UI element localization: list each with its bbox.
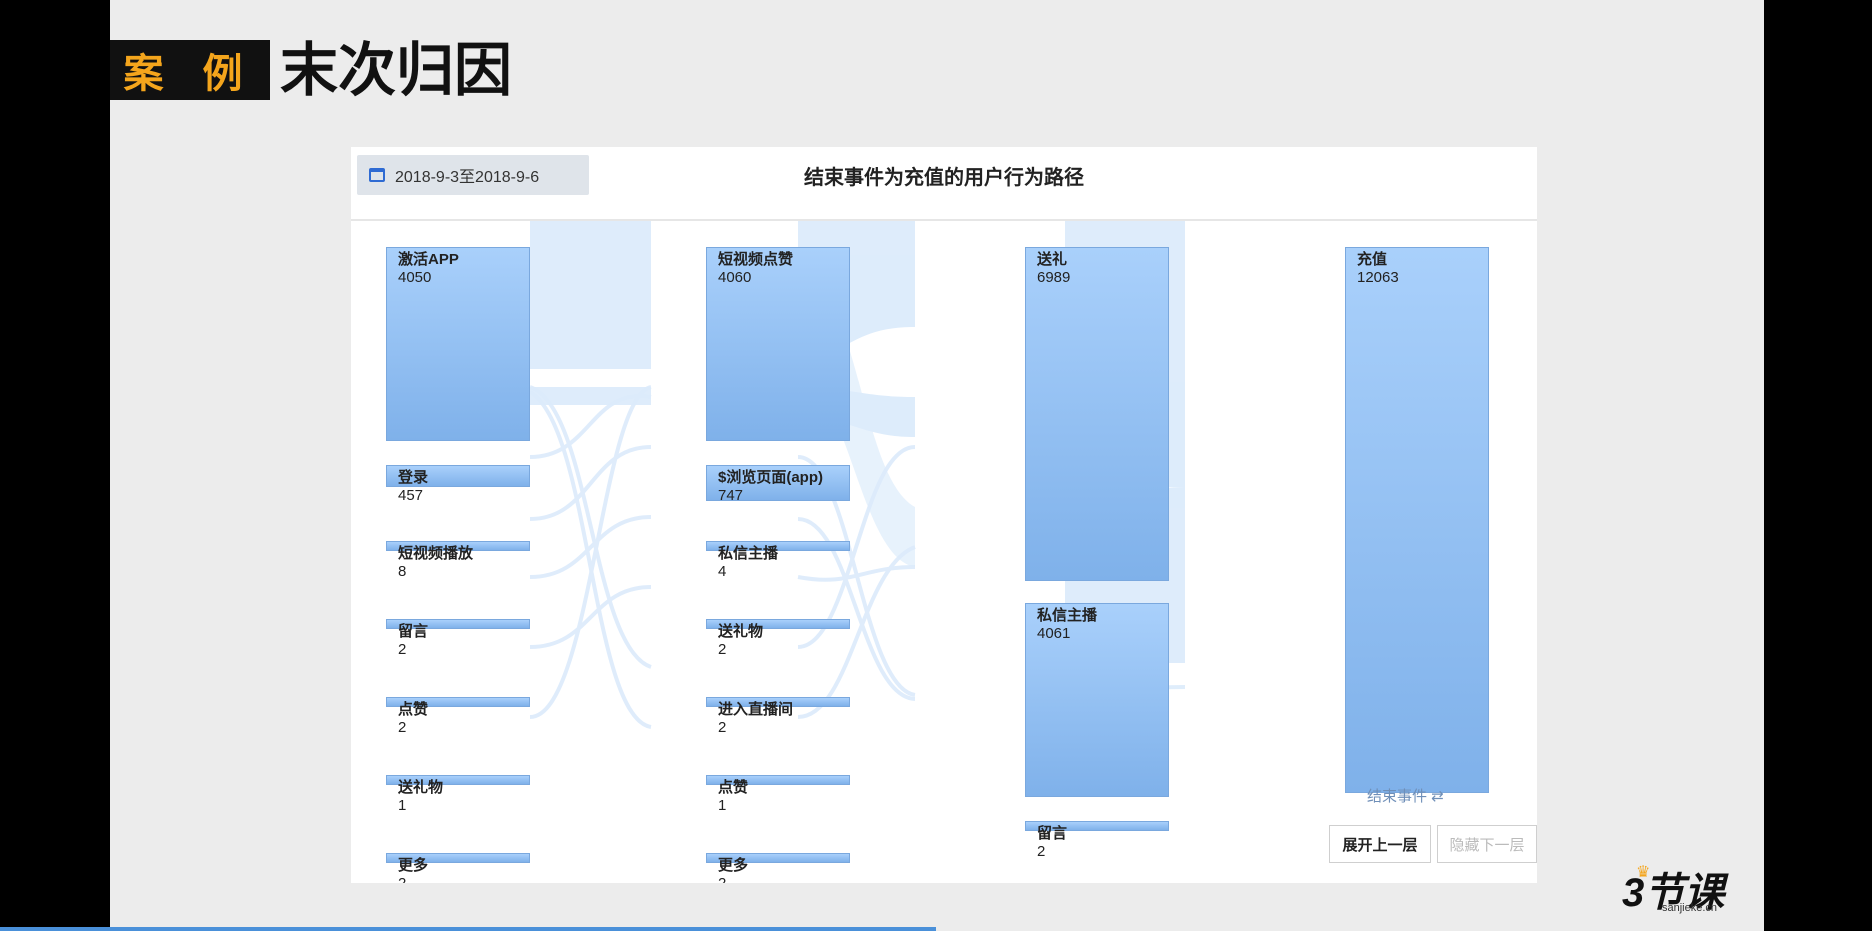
flow-link (530, 209, 651, 369)
node-label: 留言 2 (1037, 825, 1068, 860)
node-label: 点赞 2 (398, 701, 429, 736)
end-event-label: 结束事件 ⇄ (1367, 788, 1444, 805)
flow-link (528, 390, 652, 729)
link-icon: ⇄ (1431, 788, 1444, 805)
node-label: 点赞 1 (718, 779, 749, 814)
node-label: 激活APP 4050 (398, 251, 459, 286)
expand-upper-layer-button[interactable]: 展开上一层 (1329, 825, 1431, 863)
node-label: $浏览页面(app) 747 (718, 469, 824, 504)
brand-domain: sanjieke.cn (1662, 902, 1718, 914)
node-label: 更多2 (398, 857, 429, 883)
flow-link (529, 445, 652, 521)
panel-header: 2018-9-3至2018-9-6 结束事件为充值的用户行为路径 (351, 147, 1537, 221)
node-label: 私信主播 4061 (1037, 607, 1098, 642)
path-analysis-panel: 2018-9-3至2018-9-6 结束事件为充值的用户行为路径 激活APP 40… (351, 147, 1537, 883)
node-label: 留言 2 (398, 623, 429, 658)
case-badge: 案 例 (110, 40, 270, 100)
node-label: 更多2 (718, 857, 749, 883)
hide-lower-layer-button[interactable]: 隐藏下一层 (1437, 825, 1537, 863)
slide-title: 末次归因 (280, 38, 513, 103)
node-label: 送礼 6989 (1037, 251, 1071, 286)
chart-title: 结束事件为充值的用户行为路径 (804, 167, 1084, 189)
video-progress-bar[interactable] (0, 927, 936, 931)
node-label: 送礼物 1 (398, 779, 444, 814)
flow-link (529, 585, 652, 649)
node-label: 短视频点赞 4060 (718, 251, 794, 286)
node-recharge[interactable] (1345, 247, 1489, 793)
node-send-gift-large[interactable] (1025, 247, 1169, 581)
node-label: 私信主播 4 (718, 545, 779, 580)
flow-link (529, 385, 652, 669)
node-label: 送礼物 2 (718, 623, 764, 658)
node-label: 进入直播间 2 (718, 701, 794, 736)
flow-link (529, 385, 652, 719)
node-label: 登录 457 (398, 469, 429, 504)
node-label: 短视频播放 8 (398, 545, 474, 580)
node-label: 充值 12063 (1357, 251, 1399, 286)
